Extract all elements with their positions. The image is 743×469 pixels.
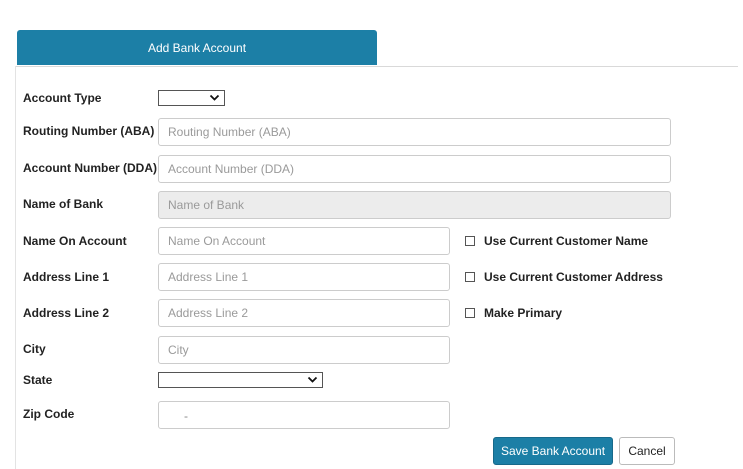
checkbox-icon[interactable] xyxy=(465,308,475,318)
use-current-customer-name-checkbox[interactable]: Use Current Customer Name xyxy=(465,234,648,248)
tab-bar: Add Bank Account xyxy=(16,30,738,67)
content-left-border xyxy=(15,66,16,469)
chevron-down-icon xyxy=(209,94,220,101)
account-type-label: Account Type xyxy=(23,91,102,105)
save-bank-account-button[interactable]: Save Bank Account xyxy=(493,437,613,465)
account-number-input[interactable] xyxy=(158,155,671,183)
state-label: State xyxy=(23,373,53,387)
state-select[interactable] xyxy=(158,372,323,388)
use-current-customer-name-label: Use Current Customer Name xyxy=(484,234,649,248)
bank-name-label: Name of Bank xyxy=(23,197,104,211)
routing-number-label: Routing Number (ABA) xyxy=(23,124,155,138)
account-number-label: Account Number (DDA) xyxy=(23,161,157,175)
make-primary-label: Make Primary xyxy=(484,306,563,320)
city-input[interactable] xyxy=(158,336,450,364)
bank-name-input xyxy=(158,191,671,219)
address-line-1-label: Address Line 1 xyxy=(23,270,110,284)
name-on-account-input[interactable] xyxy=(158,227,450,255)
zip-code-input[interactable] xyxy=(158,401,450,429)
use-current-customer-address-checkbox[interactable]: Use Current Customer Address xyxy=(465,270,663,284)
address-line-1-input[interactable] xyxy=(158,263,450,291)
routing-number-input[interactable] xyxy=(158,118,671,146)
name-on-account-label: Name On Account xyxy=(23,234,127,248)
checkbox-icon[interactable] xyxy=(465,272,475,282)
city-label: City xyxy=(23,342,46,356)
checkbox-icon[interactable] xyxy=(465,236,475,246)
zip-code-separator: - xyxy=(184,409,188,423)
account-type-select[interactable] xyxy=(158,90,225,106)
use-current-customer-address-label: Use Current Customer Address xyxy=(484,270,663,284)
address-line-2-input[interactable] xyxy=(158,299,450,327)
tab-add-bank-account[interactable]: Add Bank Account xyxy=(17,30,377,65)
address-line-2-label: Address Line 2 xyxy=(23,306,110,320)
zip-code-label: Zip Code xyxy=(23,407,75,421)
chevron-down-icon xyxy=(307,376,318,383)
cancel-button[interactable]: Cancel xyxy=(619,437,675,465)
make-primary-checkbox[interactable]: Make Primary xyxy=(465,306,562,320)
